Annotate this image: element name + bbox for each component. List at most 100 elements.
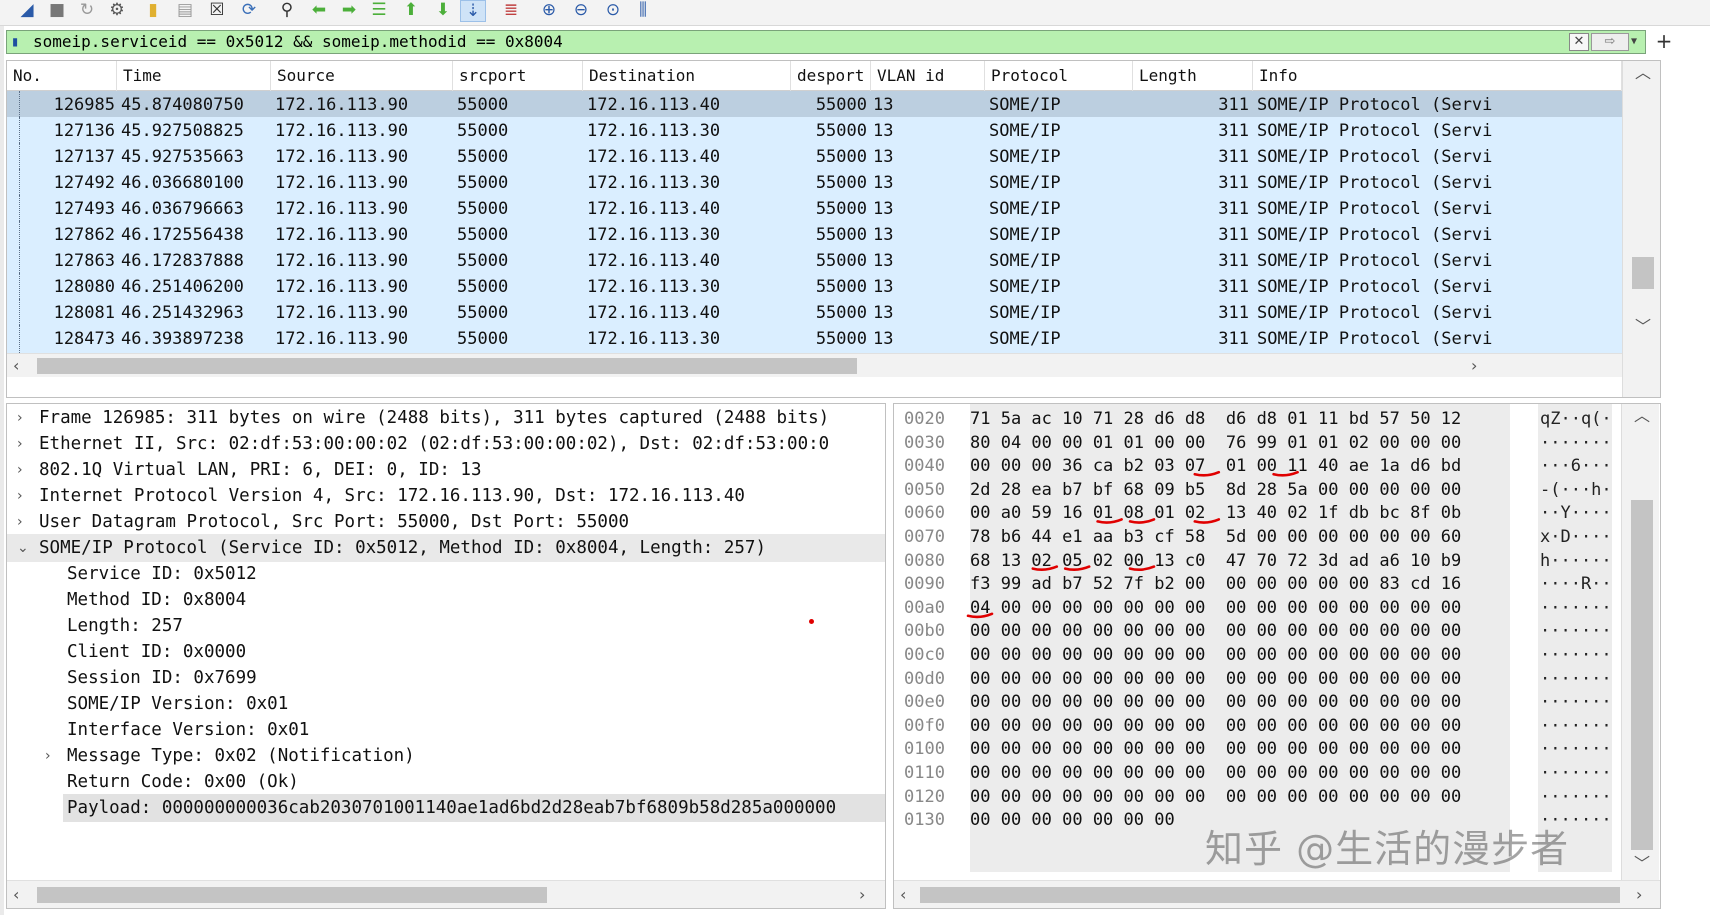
zoom-normal-icon[interactable]: ⊙ bbox=[600, 0, 626, 22]
column-header-srcport[interactable]: srcport bbox=[453, 61, 583, 91]
hex-row[interactable]: 0070 78 b6 44 e1 aa b3 cf 58 5d 00 00 00 … bbox=[894, 524, 1614, 550]
stop-square-icon[interactable]: ■ bbox=[44, 0, 70, 22]
save-file-icon[interactable]: ▤ bbox=[172, 0, 198, 22]
tree-item[interactable]: Session ID: 0x7699 bbox=[7, 664, 885, 692]
column-header-no[interactable]: No. bbox=[7, 61, 117, 91]
tree-item[interactable]: Payload: 000000000036cab2030701001140ae1… bbox=[63, 794, 885, 822]
close-file-icon[interactable]: ☒ bbox=[204, 0, 230, 22]
column-header-source[interactable]: Source bbox=[271, 61, 453, 91]
tree-item[interactable]: › User Datagram Protocol, Src Port: 55000… bbox=[7, 508, 885, 536]
packet-row[interactable]: 127862 46.172556438 172.16.113.90 55000 172.… bbox=[7, 221, 1622, 249]
restart-icon[interactable]: ↻ bbox=[74, 0, 100, 22]
column-header-vlan-id[interactable]: VLAN id bbox=[871, 61, 985, 91]
column-header-time[interactable]: Time bbox=[117, 61, 271, 91]
column-header-length[interactable]: Length bbox=[1133, 61, 1253, 91]
hex-row[interactable]: 00d0 00 00 00 00 00 00 00 00 00 00 00 00 … bbox=[894, 666, 1614, 692]
shark-fin-start-icon[interactable]: ◢ bbox=[14, 0, 40, 22]
bytes-vertical-scrollbar[interactable]: ︿ ﹀ bbox=[1621, 404, 1659, 880]
zoom-in-icon[interactable]: ⊕ bbox=[536, 0, 562, 22]
expand-arrow-icon[interactable]: › bbox=[45, 742, 61, 770]
hex-row[interactable]: 00e0 00 00 00 00 00 00 00 00 00 00 00 00 … bbox=[894, 689, 1614, 715]
tree-item[interactable]: Client ID: 0x0000 bbox=[7, 638, 885, 666]
hex-row[interactable]: 00f0 00 00 00 00 00 00 00 00 00 00 00 00 … bbox=[894, 713, 1614, 739]
resize-columns-icon[interactable]: ⫼ bbox=[630, 0, 656, 22]
filter-bookmark-icon[interactable]: ▮ bbox=[11, 33, 23, 51]
filter-history-dropdown-icon[interactable]: ▼ bbox=[1631, 34, 1645, 50]
tree-item[interactable]: › Internet Protocol Version 4, Src: 172.1… bbox=[7, 482, 885, 510]
packet-row[interactable]: 128081 46.251432963 172.16.113.90 55000 172.… bbox=[7, 299, 1622, 327]
tree-item[interactable]: › 802.1Q Virtual LAN, PRI: 6, DEI: 0, ID:… bbox=[7, 456, 885, 484]
packet-list-horizontal-scrollbar[interactable]: ‹ › bbox=[7, 353, 1622, 377]
hex-row[interactable]: 0060 00 a0 59 16 01 08 01 02 13 40 02 1f … bbox=[894, 500, 1614, 526]
find-packet-icon[interactable]: ⚲ bbox=[274, 0, 300, 22]
expand-arrow-icon[interactable]: › bbox=[17, 456, 33, 484]
packet-row[interactable]: 127492 46.036680100 172.16.113.90 55000 172.… bbox=[7, 169, 1622, 197]
packet-row[interactable]: 128473 46.393897238 172.16.113.90 55000 172.… bbox=[7, 325, 1622, 353]
bytes-horizontal-scrollbar[interactable]: ‹ › bbox=[894, 880, 1660, 908]
scroll-right-icon[interactable]: › bbox=[1471, 358, 1477, 374]
display-filter-input[interactable] bbox=[33, 31, 1533, 53]
expand-arrow-icon[interactable]: › bbox=[17, 508, 33, 536]
hex-row[interactable]: 00c0 00 00 00 00 00 00 00 00 00 00 00 00 … bbox=[894, 642, 1614, 668]
zoom-out-icon[interactable]: ⊖ bbox=[568, 0, 594, 22]
tree-item[interactable]: › Frame 126985: 311 bytes on wire (2488 b… bbox=[7, 404, 885, 432]
scroll-left-icon[interactable]: ‹ bbox=[13, 358, 19, 374]
hex-row[interactable]: 0030 80 04 00 00 01 01 00 00 76 99 01 01 … bbox=[894, 430, 1614, 456]
scrollbar-thumb[interactable] bbox=[920, 887, 1620, 903]
tree-item[interactable]: Method ID: 0x8004 bbox=[7, 586, 885, 614]
scrollbar-thumb[interactable] bbox=[37, 887, 547, 903]
scroll-up-icon[interactable]: ︿ bbox=[1635, 65, 1651, 81]
scroll-left-icon[interactable]: ‹ bbox=[13, 887, 19, 903]
tree-item[interactable]: Service ID: 0x5012 bbox=[7, 560, 885, 588]
scroll-left-icon[interactable]: ‹ bbox=[900, 887, 906, 903]
column-header-protocol[interactable]: Protocol bbox=[985, 61, 1133, 91]
go-first-icon[interactable]: ⬆ bbox=[398, 0, 424, 22]
packet-row[interactable]: 128080 46.251406200 172.16.113.90 55000 172.… bbox=[7, 273, 1622, 301]
details-horizontal-scrollbar[interactable]: ‹ › bbox=[7, 880, 885, 908]
go-to-packet-icon[interactable]: ☰ bbox=[366, 0, 392, 22]
hex-row[interactable]: 0020 71 5a ac 10 71 28 d6 d8 d6 d8 01 11 … bbox=[894, 406, 1614, 432]
hex-row[interactable]: 00b0 00 00 00 00 00 00 00 00 00 00 00 00 … bbox=[894, 618, 1614, 644]
scroll-right-icon[interactable]: › bbox=[859, 887, 865, 903]
autoscroll-icon[interactable]: ⇣ bbox=[460, 0, 486, 22]
packet-row[interactable]: 127136 45.927508825 172.16.113.90 55000 172.… bbox=[7, 117, 1622, 145]
expand-arrow-icon[interactable]: › bbox=[17, 482, 33, 510]
hex-row[interactable]: 0050 2d 28 ea b7 bf 68 09 b5 8d 28 5a 00 … bbox=[894, 477, 1614, 503]
expand-arrow-icon[interactable]: › bbox=[17, 404, 33, 432]
column-header-destination[interactable]: Destination bbox=[583, 61, 791, 91]
hex-row[interactable]: 0120 00 00 00 00 00 00 00 00 00 00 00 00 … bbox=[894, 784, 1614, 810]
tree-item[interactable]: SOME/IP Version: 0x01 bbox=[7, 690, 885, 718]
open-folder-icon[interactable]: ▮ bbox=[140, 0, 166, 22]
go-last-icon[interactable]: ⬇ bbox=[430, 0, 456, 22]
scrollbar-thumb[interactable] bbox=[1631, 500, 1653, 850]
scroll-down-icon[interactable]: ﹀ bbox=[1634, 856, 1650, 872]
capture-options-gear-icon[interactable]: ⚙ bbox=[104, 0, 130, 22]
go-forward-icon[interactable]: ➡ bbox=[336, 0, 362, 22]
packet-row[interactable]: 127863 46.172837888 172.16.113.90 55000 172.… bbox=[7, 247, 1622, 275]
reload-icon[interactable]: ⟳ bbox=[236, 0, 262, 22]
packet-list-vertical-scrollbar[interactable]: ︿ ﹀ bbox=[1622, 61, 1660, 397]
packet-row[interactable]: 127137 45.927535663 172.16.113.90 55000 172.… bbox=[7, 143, 1622, 171]
hex-row[interactable]: 0110 00 00 00 00 00 00 00 00 00 00 00 00 … bbox=[894, 760, 1614, 786]
column-header-info[interactable]: Info bbox=[1253, 61, 1622, 91]
scroll-up-icon[interactable]: ︿ bbox=[1634, 408, 1650, 424]
collapse-arrow-icon[interactable]: ⌄ bbox=[17, 534, 33, 562]
scrollbar-thumb[interactable] bbox=[37, 358, 857, 374]
tree-item[interactable]: Length: 257 bbox=[7, 612, 885, 640]
hex-row[interactable]: 0040 00 00 00 36 ca b2 03 07 01 00 11 40 … bbox=[894, 453, 1614, 479]
hex-row[interactable]: 0100 00 00 00 00 00 00 00 00 00 00 00 00 … bbox=[894, 736, 1614, 762]
packet-row[interactable]: 127493 46.036796663 172.16.113.90 55000 172.… bbox=[7, 195, 1622, 223]
add-filter-button[interactable]: + bbox=[1652, 30, 1676, 54]
tree-item[interactable]: › Message Type: 0x02 (Notification) bbox=[7, 742, 885, 770]
packet-row[interactable]: 126985 45.874080750 172.16.113.90 55000 172.… bbox=[7, 91, 1622, 119]
scroll-right-icon[interactable]: › bbox=[1636, 887, 1642, 903]
scrollbar-thumb[interactable] bbox=[1632, 257, 1654, 289]
expand-arrow-icon[interactable]: › bbox=[17, 430, 33, 458]
tree-item[interactable]: › Ethernet II, Src: 02:df:53:00:00:02 (02… bbox=[7, 430, 885, 458]
clear-filter-button[interactable]: ✕ bbox=[1569, 33, 1589, 51]
hex-row[interactable]: 0090 f3 99 ad b7 52 7f b2 00 00 00 00 00 … bbox=[894, 571, 1614, 597]
colorize-icon[interactable]: ≣ bbox=[498, 0, 524, 22]
apply-filter-button[interactable]: ⇨ bbox=[1591, 33, 1629, 51]
go-back-icon[interactable]: ⬅ bbox=[306, 0, 332, 22]
column-header-desport[interactable]: desport bbox=[791, 61, 871, 91]
